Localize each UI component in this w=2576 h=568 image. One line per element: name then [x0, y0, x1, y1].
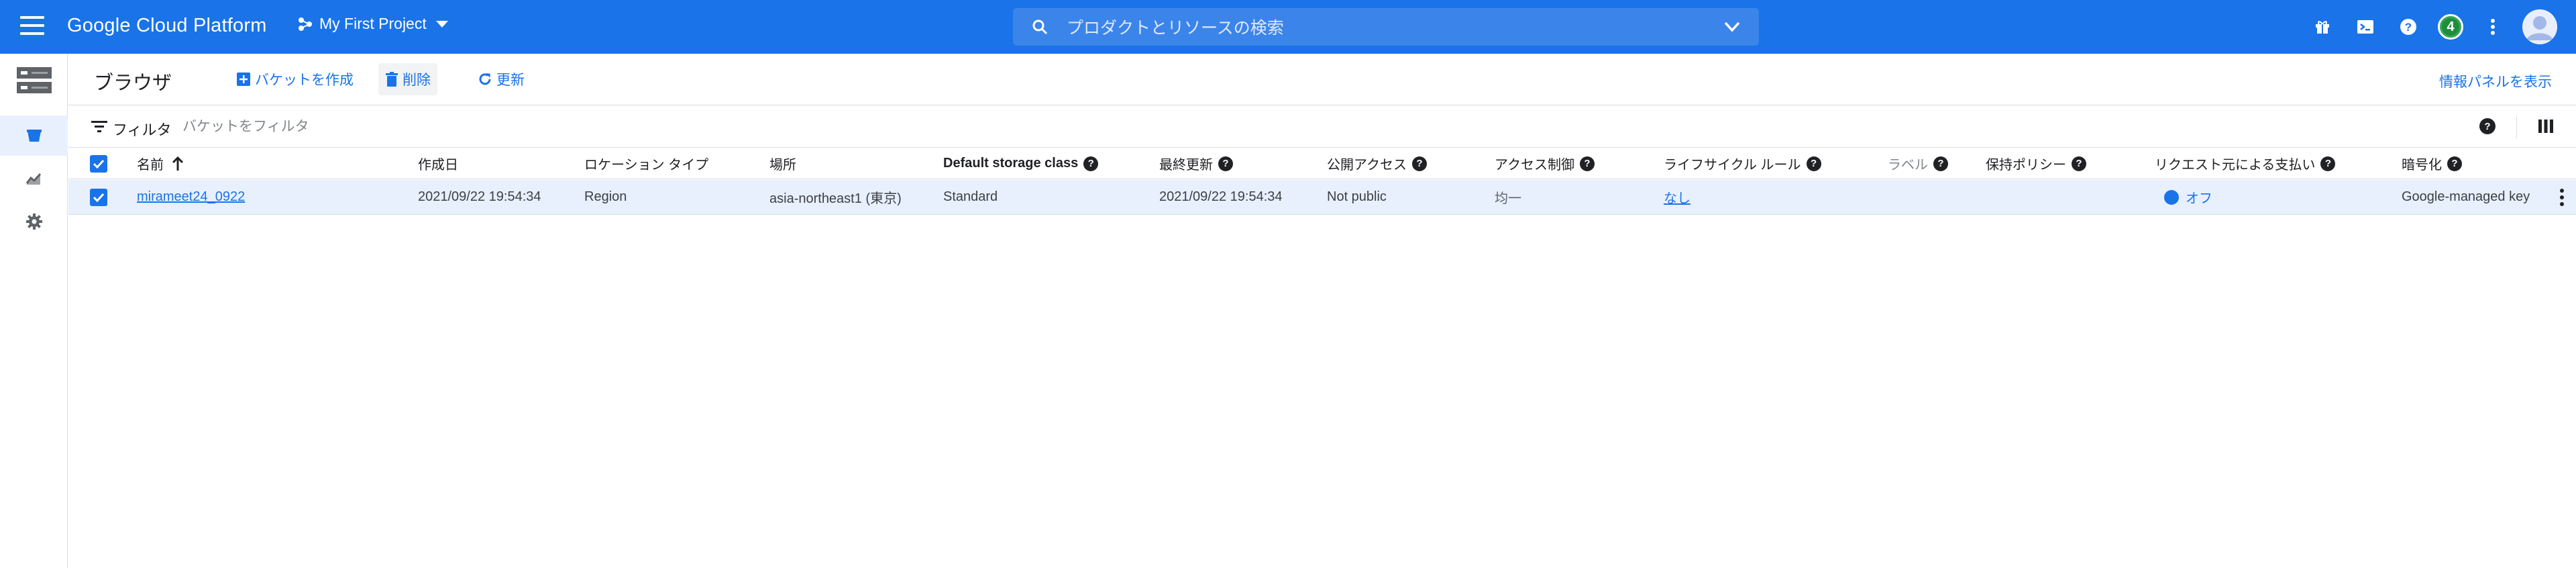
- column-header-labels-label: ラベル: [1888, 158, 1928, 173]
- row-more-vert-icon[interactable]: [2559, 180, 2565, 214]
- refresh-icon: [479, 73, 491, 85]
- column-header-access-control-label: アクセス制御: [1495, 158, 1574, 173]
- column-header-encryption-label: 暗号化: [2402, 158, 2442, 173]
- action-bar: ブラウザ バケットを作成 削除 更新 情報パネルを表示: [68, 54, 2576, 105]
- column-header-location[interactable]: 場所: [769, 148, 796, 179]
- cell-location: asia-northeast1 (東京): [769, 191, 902, 206]
- search-icon: [1032, 19, 1048, 35]
- brand-title[interactable]: Google Cloud Platform: [67, 15, 267, 37]
- delete-button[interactable]: 削除: [378, 63, 437, 95]
- filter-icon[interactable]: [91, 120, 107, 133]
- help-icon[interactable]: ?: [2398, 16, 2419, 38]
- help-icon[interactable]: ?: [1083, 156, 1099, 171]
- help-icon[interactable]: ?: [2447, 156, 2462, 171]
- column-header-requester-pays[interactable]: リクエスト元による支払い?: [2155, 148, 2336, 179]
- refresh-button[interactable]: 更新: [471, 63, 531, 95]
- cell-storage-class: Standard: [943, 189, 998, 204]
- add-box-icon: [237, 73, 250, 86]
- column-header-updated-label: 最終更新: [1159, 158, 1213, 173]
- column-header-created[interactable]: 作成日: [418, 148, 458, 179]
- row-checkbox[interactable]: [90, 180, 107, 214]
- requester-pays-toggle[interactable]: オフ: [2164, 180, 2212, 214]
- notifications-badge[interactable]: 4: [2438, 14, 2463, 40]
- help-icon[interactable]: ?: [1218, 156, 1233, 171]
- help-icon[interactable]: ?: [1933, 156, 1948, 171]
- column-header-access-control[interactable]: アクセス制御?: [1495, 148, 1595, 179]
- nav-browser-bucket-icon[interactable]: [0, 115, 68, 156]
- column-header-encryption[interactable]: 暗号化?: [2402, 148, 2462, 179]
- main-menu-icon[interactable]: [20, 16, 44, 38]
- column-header-name[interactable]: 名前: [137, 148, 184, 179]
- divider: [2516, 115, 2517, 138]
- sort-arrow-up-icon[interactable]: [172, 156, 184, 171]
- select-all-checkbox[interactable]: [90, 148, 107, 179]
- trash-icon: [386, 72, 398, 87]
- project-hierarchy-icon: [299, 17, 312, 31]
- filter-input[interactable]: [182, 117, 652, 137]
- more-vert-icon[interactable]: [2482, 16, 2504, 38]
- help-icon[interactable]: ?: [1412, 156, 1427, 171]
- table-header: 名前 作成日 ロケーション タイプ 場所 Default storage cla…: [68, 148, 2576, 179]
- gift-icon[interactable]: [2312, 16, 2333, 38]
- column-header-public-access[interactable]: 公開アクセス?: [1327, 148, 1427, 179]
- cell-created: 2021/09/22 19:54:34: [418, 189, 541, 204]
- left-nav: [0, 54, 68, 568]
- column-header-retention[interactable]: 保持ポリシー?: [1986, 148, 2086, 179]
- filter-bar: フィルタ ?: [68, 106, 2576, 148]
- help-icon[interactable]: ?: [1806, 156, 1821, 171]
- column-header-retention-label: 保持ポリシー: [1986, 158, 2066, 173]
- storage-product-icon[interactable]: [0, 54, 68, 107]
- table-row[interactable]: mirameet24_0922 2021/09/22 19:54:34 Regi…: [68, 180, 2576, 215]
- filter-label: フィルタ: [113, 122, 172, 138]
- column-header-lifecycle-label: ライフサイクル ルール: [1664, 158, 1801, 173]
- create-bucket-button[interactable]: バケットを作成: [229, 63, 360, 95]
- delete-label: 削除: [402, 73, 431, 88]
- help-icon[interactable]: ?: [1580, 156, 1595, 171]
- bucket-name-link[interactable]: mirameet24_0922: [137, 189, 245, 205]
- column-header-updated[interactable]: 最終更新?: [1159, 148, 1233, 179]
- search-bar[interactable]: プロダクトとリソースの検索: [1013, 8, 1759, 46]
- column-header-name-label: 名前: [137, 158, 164, 173]
- column-header-storage-class-label: Default storage class: [943, 156, 1079, 171]
- column-header-storage-class[interactable]: Default storage class?: [943, 148, 1099, 179]
- column-header-requester-pays-label: リクエスト元による支払い: [2155, 158, 2316, 173]
- project-name: My First Project: [319, 15, 427, 32]
- cell-updated: 2021/09/22 19:54:34: [1159, 189, 1283, 204]
- cell-requester-pays: オフ: [2186, 191, 2212, 206]
- column-header-location-type[interactable]: ロケーション タイプ: [584, 148, 708, 179]
- cell-access-control: 均一: [1495, 191, 1521, 206]
- search-expand-chevron-icon[interactable]: [1724, 21, 1740, 32]
- nav-settings-gear-icon[interactable]: [0, 201, 68, 242]
- column-header-labels[interactable]: ラベル?: [1888, 148, 1948, 179]
- help-icon[interactable]: ?: [2320, 156, 2336, 171]
- cell-public-access: Not public: [1327, 189, 1387, 204]
- column-header-public-access-label: 公開アクセス: [1327, 158, 1407, 173]
- column-display-options-icon[interactable]: [2538, 118, 2553, 138]
- svg-text:?: ?: [2405, 21, 2412, 34]
- search-input[interactable]: プロダクトとリソースの検索: [1067, 15, 1284, 39]
- refresh-label: 更新: [496, 73, 525, 88]
- filter-help-icon[interactable]: ?: [2479, 118, 2496, 134]
- chevron-down-icon: [435, 20, 448, 28]
- cloud-shell-icon[interactable]: [2355, 16, 2376, 38]
- cell-encryption: Google-managed key: [2402, 189, 2530, 204]
- status-dot-icon: [2164, 189, 2179, 205]
- cell-location-type: Region: [584, 189, 627, 204]
- lifecycle-link[interactable]: なし: [1664, 187, 1690, 207]
- column-header-lifecycle[interactable]: ライフサイクル ルール?: [1664, 148, 1821, 179]
- avatar[interactable]: [2522, 9, 2557, 44]
- top-app-bar: Google Cloud Platform My First Project プ…: [0, 0, 2576, 54]
- show-info-panel-button[interactable]: 情報パネルを表示: [2439, 71, 2552, 91]
- project-selector[interactable]: My First Project: [298, 15, 448, 33]
- help-icon[interactable]: ?: [2072, 156, 2086, 171]
- nav-monitoring-chart-icon[interactable]: [0, 158, 68, 199]
- create-bucket-label: バケットを作成: [255, 73, 354, 88]
- page-title: ブラウザ: [94, 73, 172, 94]
